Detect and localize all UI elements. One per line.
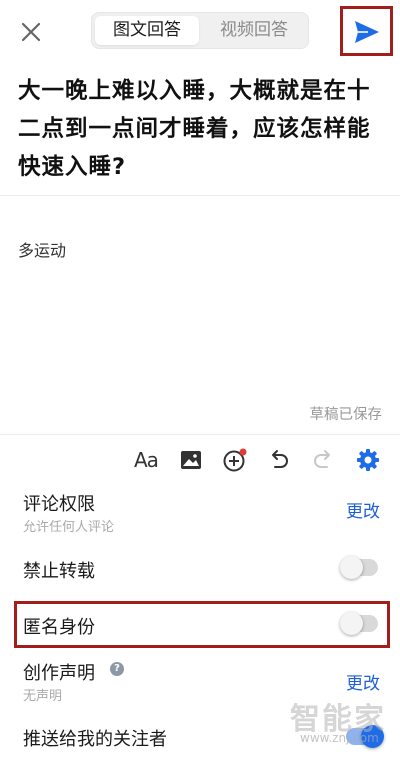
- tab-image-text-answer[interactable]: 图文回答: [95, 16, 199, 45]
- undo-icon: [272, 450, 288, 468]
- add-icon: [223, 448, 247, 472]
- answer-type-tabs: 图文回答 视频回答: [91, 12, 309, 49]
- toggle-knob: [340, 612, 363, 635]
- divider: [0, 195, 400, 196]
- image-icon: [181, 451, 201, 469]
- close-icon: [21, 22, 41, 42]
- anonymous-label: 匿名身份: [23, 617, 95, 638]
- push-followers-label: 推送给我的关注者: [23, 729, 167, 750]
- watermark-url: www.znj.com: [300, 731, 379, 745]
- redo-icon: [314, 450, 330, 468]
- redo-button[interactable]: [310, 447, 336, 473]
- close-button[interactable]: [17, 18, 45, 46]
- undo-button[interactable]: [266, 447, 292, 473]
- question-title: 大一晚上难以入睡，大概就是在十二点到一点间才睡着，应该怎样能快速入睡?: [18, 78, 371, 180]
- help-icon[interactable]: ?: [110, 662, 124, 676]
- tab-video-answer[interactable]: 视频回答: [202, 16, 306, 45]
- toggle-knob: [340, 556, 363, 579]
- send-button[interactable]: [340, 6, 393, 56]
- anonymous-toggle[interactable]: [340, 612, 378, 635]
- comment-permission-label: 评论权限: [23, 494, 95, 515]
- creation-statement-change-link[interactable]: 更改: [346, 669, 380, 694]
- no-repost-toggle[interactable]: [340, 556, 378, 579]
- comment-permission-value: 允许任何人评论: [23, 520, 115, 535]
- font-button[interactable]: Aa: [134, 448, 159, 472]
- creation-statement-label: 创作声明: [23, 663, 95, 684]
- no-repost-label: 禁止转载: [23, 561, 95, 582]
- divider: [0, 434, 400, 435]
- settings-icon: [357, 449, 379, 471]
- settings-button[interactable]: [355, 447, 381, 473]
- comment-permission-change-link[interactable]: 更改: [346, 497, 380, 522]
- creation-statement-value: 无声明: [23, 689, 63, 704]
- draft-status: 草稿已保存: [309, 407, 383, 423]
- image-button[interactable]: [178, 447, 204, 473]
- send-icon: [355, 21, 379, 43]
- add-button[interactable]: [222, 447, 248, 473]
- answer-editor[interactable]: 多运动: [18, 237, 66, 261]
